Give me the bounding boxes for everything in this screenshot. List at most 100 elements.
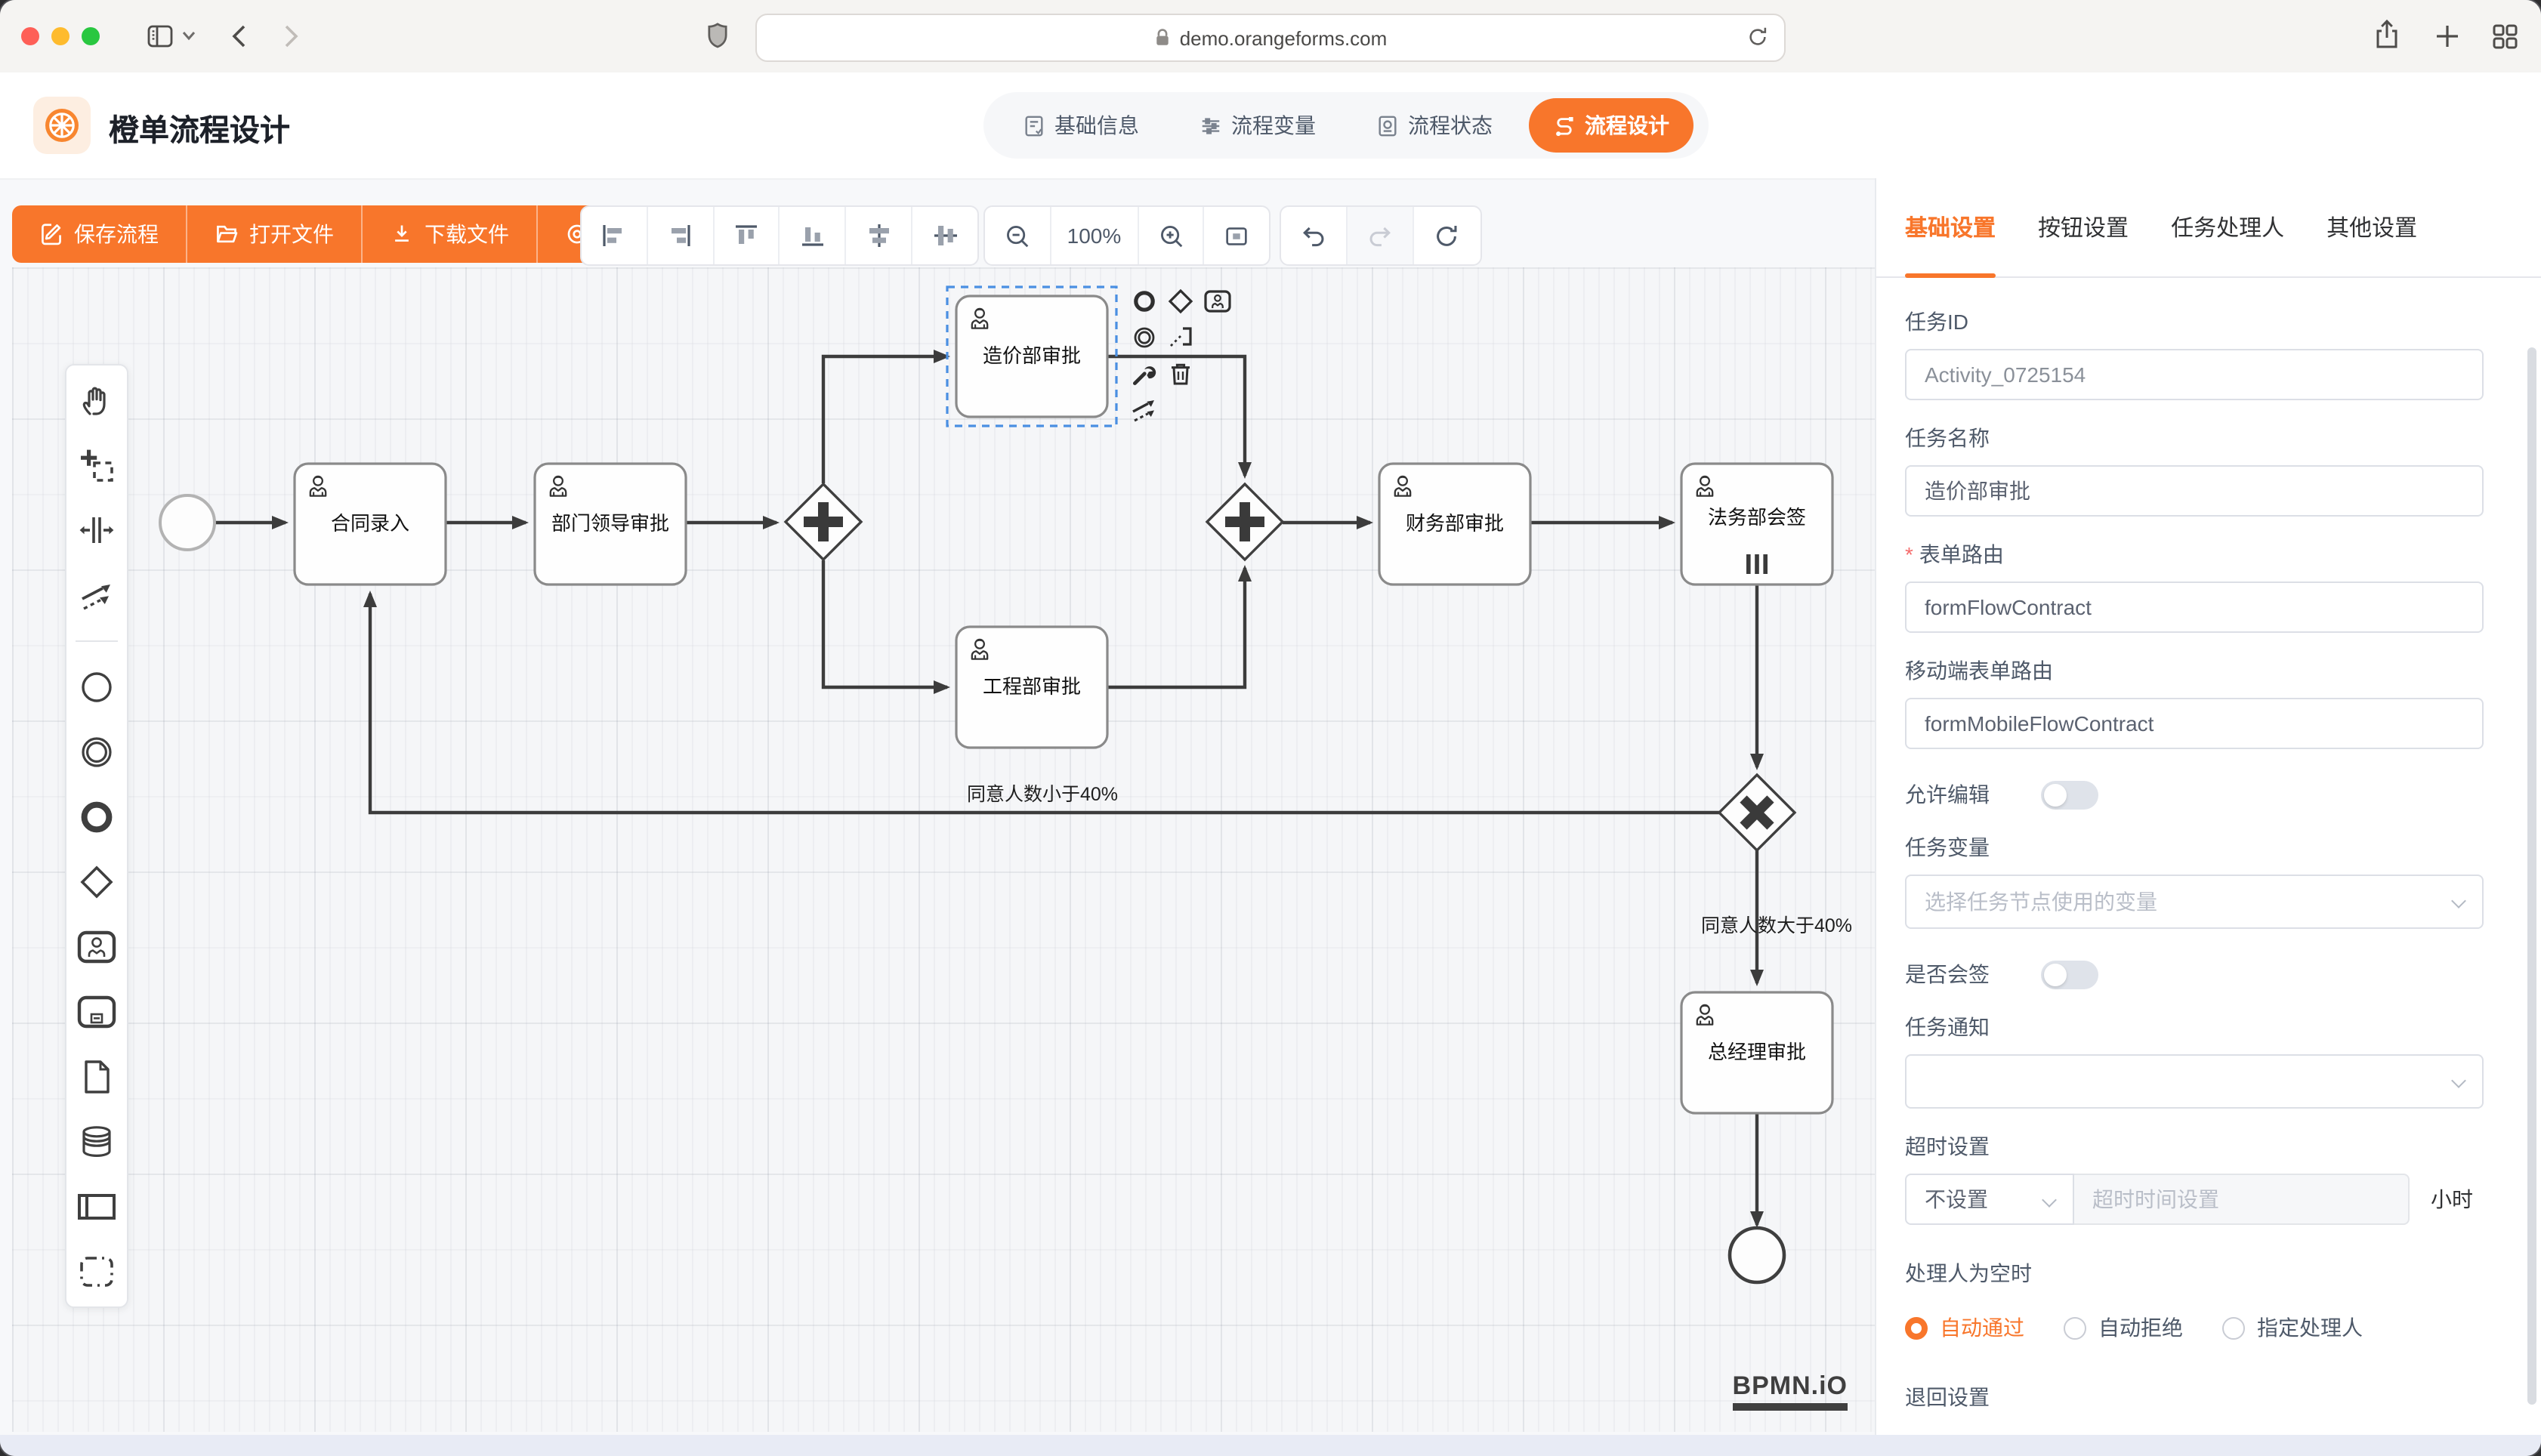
edge-label-gt40[interactable]: 同意人数大于40% (1701, 915, 1852, 936)
task-finance-dept-approval[interactable]: 财务部审批 (1379, 464, 1530, 585)
tab-button-settings[interactable]: 按钮设置 (2038, 177, 2129, 277)
append-intermediate-event-icon[interactable] (1130, 323, 1159, 352)
create-subprocess-icon[interactable] (77, 992, 116, 1032)
file-toolbar: 保存流程 打开文件 下载文件 预览 (12, 205, 669, 263)
delete-trash-icon[interactable] (1166, 359, 1195, 388)
radio-dot (1905, 1316, 1928, 1339)
align-vertical-center-button[interactable] (912, 207, 977, 264)
create-start-event-icon[interactable] (77, 668, 116, 707)
share-icon[interactable] (2372, 18, 2402, 51)
exclusive-gateway[interactable] (1719, 775, 1795, 850)
tab-basic-info[interactable]: 基础信息 (999, 98, 1163, 153)
back-icon[interactable] (225, 21, 255, 51)
zoom-out-button[interactable] (985, 207, 1051, 264)
folder-icon (215, 222, 239, 246)
flow-gateway1-to-cost[interactable] (823, 356, 947, 483)
bpmn-io-watermark[interactable]: BPMN.iO (1733, 1374, 1848, 1411)
open-file-button[interactable]: 打开文件 (187, 205, 363, 263)
align-left-button[interactable] (582, 207, 648, 264)
task-id-input[interactable] (1905, 349, 2484, 400)
task-general-manager-approval[interactable]: 总经理审批 (1681, 992, 1832, 1113)
create-intermediate-event-icon[interactable] (77, 733, 116, 772)
tab-other-settings[interactable]: 其他设置 (2326, 177, 2417, 277)
flow-engineering-to-gateway2[interactable] (1107, 568, 1245, 687)
align-horizontal-center-button[interactable] (847, 207, 913, 264)
save-flow-button[interactable]: 保存流程 (12, 205, 187, 263)
hand-tool-icon[interactable] (77, 381, 116, 420)
fit-viewport-button[interactable] (1205, 207, 1269, 264)
zoom-in-button[interactable] (1139, 207, 1205, 264)
connect-tool-icon[interactable] (1130, 396, 1159, 424)
minimize-window-button[interactable] (51, 27, 69, 45)
align-right-button[interactable] (648, 207, 715, 264)
task-cost-dept-approval[interactable]: 造价部审批 (947, 287, 1116, 426)
task-variable-select[interactable]: 选择任务节点使用的变量 (1905, 875, 2484, 929)
reload-icon[interactable] (1745, 24, 1771, 50)
url-bar[interactable]: demo.orangeforms.com (755, 14, 1786, 62)
radio-assign-handler[interactable]: 指定处理人 (2222, 1313, 2363, 1343)
parallel-gateway-split[interactable] (786, 484, 861, 560)
create-group-icon[interactable] (77, 1252, 116, 1291)
append-user-task-icon[interactable] (1203, 287, 1231, 316)
panel-scrollbar[interactable] (2527, 347, 2536, 1405)
redo-button[interactable] (1348, 207, 1414, 264)
create-data-store-icon[interactable] (77, 1122, 116, 1161)
append-text-annotation-icon[interactable] (1166, 323, 1195, 352)
browser-chrome: demo.orangeforms.com (0, 0, 2541, 74)
start-event[interactable] (160, 495, 215, 550)
align-toolbar (580, 205, 979, 266)
create-end-event-icon[interactable] (77, 797, 116, 837)
radio-auto-pass[interactable]: 自动通过 (1905, 1313, 2024, 1343)
task-legal-dept-countersign[interactable]: 法务部会签 (1681, 464, 1832, 585)
sidebar-toggle-icon[interactable] (145, 21, 175, 51)
bpmn-canvas[interactable]: 同意人数小于40% 同意人数大于40% 合同录入 部门领导审批 (12, 267, 1875, 1432)
create-user-task-icon[interactable] (77, 927, 116, 967)
task-dept-leader-approval[interactable]: 部门领导审批 (535, 464, 686, 585)
append-gateway-icon[interactable] (1166, 287, 1195, 316)
edge-label-lt40[interactable]: 同意人数小于40% (967, 784, 1118, 805)
tab-overview-icon[interactable] (2490, 21, 2520, 51)
lasso-tool-icon[interactable] (77, 446, 116, 485)
reset-button[interactable] (1414, 207, 1479, 264)
task-notify-select[interactable] (1905, 1054, 2484, 1109)
allow-edit-toggle[interactable] (2041, 780, 2098, 809)
tab-flow-variables[interactable]: 流程变量 (1175, 98, 1340, 153)
privacy-shield-icon[interactable] (704, 20, 731, 53)
countersign-toggle[interactable] (2041, 960, 2098, 989)
tab-flow-status[interactable]: 流程状态 (1352, 98, 1517, 153)
create-data-object-icon[interactable] (77, 1057, 116, 1097)
flow-gateway1-to-engineering[interactable] (823, 560, 947, 687)
timeout-mode-select[interactable]: 不设置 (1905, 1174, 2074, 1225)
maximize-window-button[interactable] (82, 27, 100, 45)
parallel-gateway-join[interactable] (1207, 484, 1283, 560)
download-file-button[interactable]: 下载文件 (363, 205, 538, 263)
align-top-button[interactable] (714, 207, 780, 264)
close-window-button[interactable] (21, 27, 39, 45)
create-participant-icon[interactable] (77, 1187, 116, 1226)
space-tool-icon[interactable] (77, 511, 116, 550)
radio-auto-reject[interactable]: 自动拒绝 (2064, 1313, 2183, 1343)
timeout-value-input[interactable] (2074, 1174, 2410, 1225)
form-route-input[interactable] (1905, 581, 2484, 633)
sidebar-chevron-icon[interactable] (181, 30, 196, 42)
edit-icon (39, 222, 63, 246)
tab-flow-design[interactable]: 流程设计 (1529, 98, 1693, 153)
forward-icon[interactable] (275, 21, 305, 51)
settings-wrench-icon[interactable] (1130, 359, 1159, 388)
sliders-icon (1199, 114, 1222, 137)
append-end-event-icon[interactable] (1130, 287, 1159, 316)
task-contract-entry[interactable]: 合同录入 (295, 464, 446, 585)
create-gateway-icon[interactable] (77, 862, 116, 902)
zoom-level[interactable]: 100% (1051, 207, 1139, 264)
task-engineering-dept-approval[interactable]: 工程部审批 (956, 627, 1107, 748)
mobile-form-route-input[interactable] (1905, 698, 2484, 749)
end-event[interactable] (1730, 1228, 1784, 1282)
tab-basic-settings[interactable]: 基础设置 (1905, 177, 1996, 277)
align-bottom-button[interactable] (780, 207, 847, 264)
countersign-label: 是否会签 (1905, 959, 1990, 989)
global-connect-tool-icon[interactable] (77, 575, 116, 615)
undo-button[interactable] (1281, 207, 1348, 264)
new-tab-icon[interactable] (2432, 21, 2462, 51)
task-name-input[interactable] (1905, 465, 2484, 517)
tab-task-assignee[interactable]: 任务处理人 (2171, 177, 2284, 277)
